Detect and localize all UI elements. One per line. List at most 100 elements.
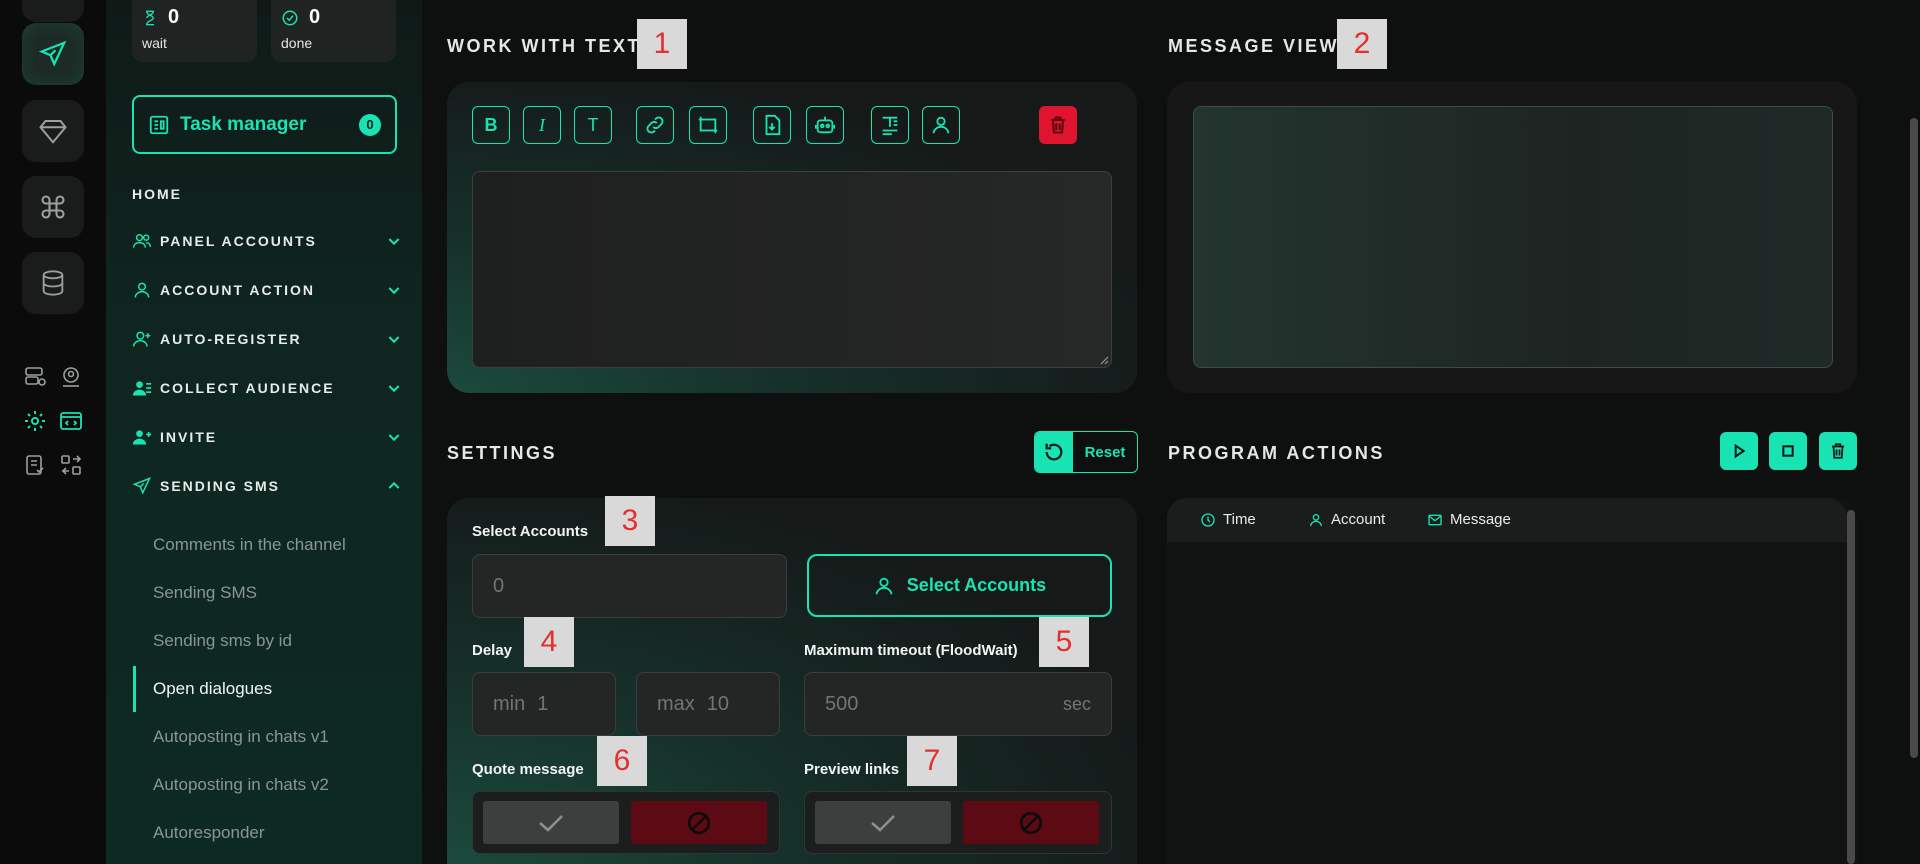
settings-title: SETTINGS [447,443,558,463]
preview-yes-button[interactable] [815,801,951,844]
rail-send-button[interactable] [22,23,84,85]
nav-invite[interactable]: INVITE [132,423,402,451]
delay-min-input[interactable]: min 1 [472,672,616,736]
delay-max-prefix: max [657,692,695,715]
diamond-icon [39,120,67,144]
sub-item-comments-channel[interactable]: Comments in the channel [153,535,346,555]
refresh-icon [1045,443,1063,461]
preview-links-toggle [804,791,1112,854]
nav-home[interactable]: HOME [132,186,182,202]
user-list-icon [132,381,152,396]
trash-icon [1832,443,1844,459]
sub-item-sending-sms-by-id[interactable]: Sending sms by id [153,631,292,651]
mention-user-button[interactable] [922,106,960,144]
clock-icon [1201,512,1215,527]
select-accounts-button-label: Select Accounts [906,575,1047,595]
chevron-down-icon [388,336,400,344]
sub-item-autoposting-v1[interactable]: Autoposting in chats v1 [153,727,329,747]
accounts-count-value: 0 [493,574,505,597]
ban-icon [1019,811,1043,834]
timeout-input[interactable]: 500 sec [804,672,1112,736]
sub-item-autoposting-v2[interactable]: Autoposting in chats v2 [153,775,329,795]
delay-max-input[interactable]: max 10 [636,672,780,736]
delay-min-prefix: min [493,692,526,715]
user-location-icon[interactable] [57,363,85,391]
chevron-down-icon [388,287,400,295]
code-window-icon[interactable] [57,407,85,435]
task-manager-button[interactable]: Task manager 0 [132,95,397,154]
bold-button[interactable]: B [472,106,510,144]
play-button[interactable] [1720,432,1758,470]
log-column-account-label: Account [1331,511,1386,528]
sub-item-sending-sms[interactable]: Sending SMS [153,583,257,603]
gear-icon[interactable] [21,407,49,435]
rail-diamond-button[interactable] [22,100,84,162]
quote-no-button[interactable] [631,801,767,844]
command-icon [41,195,65,219]
robot-icon [814,116,836,134]
nav-auto-register[interactable]: AUTO-REGISTER [132,325,402,353]
checklist-icon[interactable] [21,451,49,479]
preview-no-button[interactable] [963,801,1099,844]
annotation-tag-5: 5 [1039,617,1089,667]
message-textarea[interactable] [472,171,1112,368]
done-count: 0 [309,6,321,28]
users-icon [132,234,152,248]
text-format-button[interactable] [871,106,909,144]
user-icon [1310,513,1322,526]
select-accounts-button[interactable]: Select Accounts [807,554,1112,617]
program-actions-title: PROGRAM ACTIONS [1168,443,1385,463]
clear-log-button[interactable] [1819,432,1857,470]
quote-yes-button[interactable] [483,801,619,844]
nav-account-action[interactable]: ACCOUNT ACTION [132,276,402,304]
icon-rail [0,0,106,864]
file-download-icon [765,114,781,136]
timeout-value: 500 [825,692,859,715]
spoiler-button[interactable] [689,106,727,144]
stop-button[interactable] [1769,432,1807,470]
nav-account-action-label: ACCOUNT ACTION [160,282,316,298]
rail-command-button[interactable] [22,176,84,238]
rail-top-button[interactable] [22,0,84,22]
log-column-message: Message [1427,511,1511,528]
reset-button[interactable]: Reset [1034,431,1138,473]
user-plus-icon [132,331,151,347]
import-file-button[interactable] [753,106,791,144]
clear-text-button[interactable] [1039,106,1077,144]
check-icon [539,814,563,832]
swap-icon[interactable] [57,451,85,479]
wait-stat-card: 0 wait [132,0,257,62]
link-button[interactable] [636,106,674,144]
done-stat-card: 0 done [271,0,396,62]
annotation-tag-2: 2 [1337,19,1387,69]
reset-label: Reset [1084,443,1126,461]
check-icon [871,814,895,832]
log-scrollbar[interactable] [1847,510,1855,864]
message-view-title: MESSAGE VIEW [1168,36,1340,56]
annotation-tag-4: 4 [524,617,574,667]
play-icon [1734,443,1746,459]
nav-collect-audience-label: COLLECT AUDIENCE [160,380,335,396]
sub-item-autoresponder[interactable]: Autoresponder [153,823,265,843]
check-circle-icon [282,10,298,25]
italic-button[interactable]: I [523,106,561,144]
log-column-account: Account [1308,511,1385,528]
rail-database-button[interactable] [22,252,84,314]
done-label: done [281,35,313,51]
sub-item-open-dialogues[interactable]: Open dialogues [153,679,272,699]
chevron-down-icon [388,238,400,246]
message-preview [1193,106,1833,368]
page-scrollbar[interactable] [1910,118,1918,758]
server-settings-icon[interactable] [21,363,49,391]
nav-panel-accounts-label: PANEL ACCOUNTS [160,233,317,249]
nav-sending-sms[interactable]: SENDING SMS [132,472,402,500]
text-button[interactable]: T [574,106,612,144]
log-column-time: Time [1200,511,1256,528]
annotation-tag-6: 6 [597,736,647,786]
nav-panel-accounts[interactable]: PANEL ACCOUNTS [132,227,402,255]
ai-bot-button[interactable] [806,106,844,144]
annotation-tag-1: 1 [637,19,687,69]
user-invite-icon [132,430,152,445]
accounts-count-input[interactable]: 0 [472,554,787,618]
nav-collect-audience[interactable]: COLLECT AUDIENCE [132,374,402,402]
